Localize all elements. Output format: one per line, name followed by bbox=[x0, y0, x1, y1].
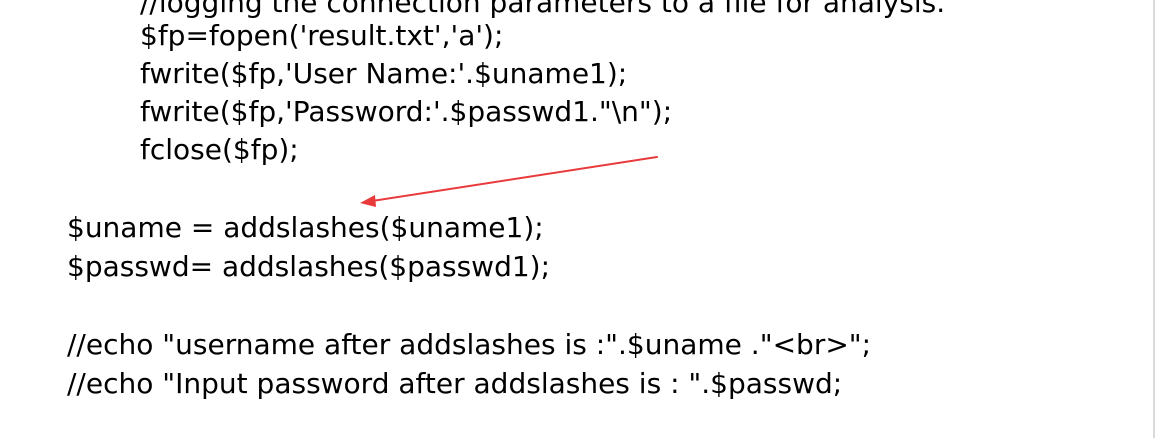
code-line-uname-addslashes: $uname = addslashes($uname1); bbox=[67, 211, 544, 244]
code-line-fopen: $fp=fopen('result.txt','a'); bbox=[140, 19, 504, 52]
code-line-fwrite-password: fwrite($fp,'Password:'.$passwd1."\n"); bbox=[140, 95, 673, 128]
code-line-echo-password: //echo "Input password after addslashes … bbox=[67, 367, 843, 400]
code-line-fwrite-username: fwrite($fp,'User Name:'.$uname1); bbox=[140, 57, 628, 90]
document-page: //logging the connection parameters to a… bbox=[0, 0, 1173, 438]
code-line-echo-username: //echo "username after addslashes is :".… bbox=[67, 328, 872, 361]
code-line-fclose: fclose($fp); bbox=[140, 133, 299, 166]
page-right-border bbox=[1153, 0, 1155, 438]
annotation-arrow-shaft bbox=[371, 156, 658, 202]
code-line-passwd-addslashes: $passwd= addslashes($passwd1); bbox=[67, 250, 551, 283]
annotation-arrow-head bbox=[360, 195, 376, 207]
